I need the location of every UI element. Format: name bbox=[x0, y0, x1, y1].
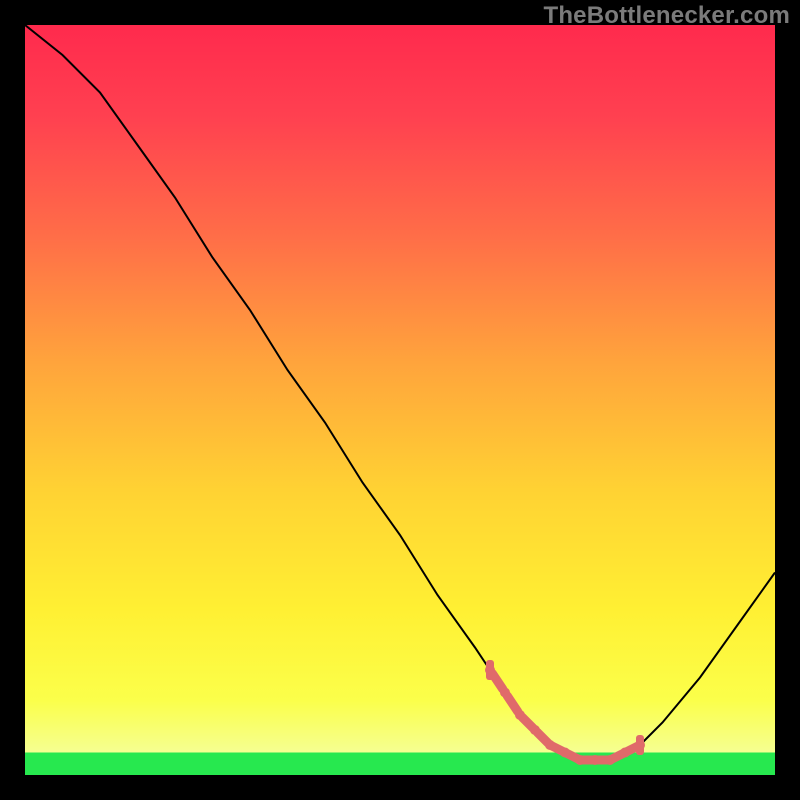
chart-container: TheBottlenecker.com bbox=[0, 0, 800, 800]
watermark-label: TheBottlenecker.com bbox=[543, 2, 790, 30]
chart-svg bbox=[25, 25, 775, 775]
green-band bbox=[25, 753, 775, 776]
plot-area bbox=[25, 25, 775, 775]
gradient-background bbox=[25, 25, 775, 775]
